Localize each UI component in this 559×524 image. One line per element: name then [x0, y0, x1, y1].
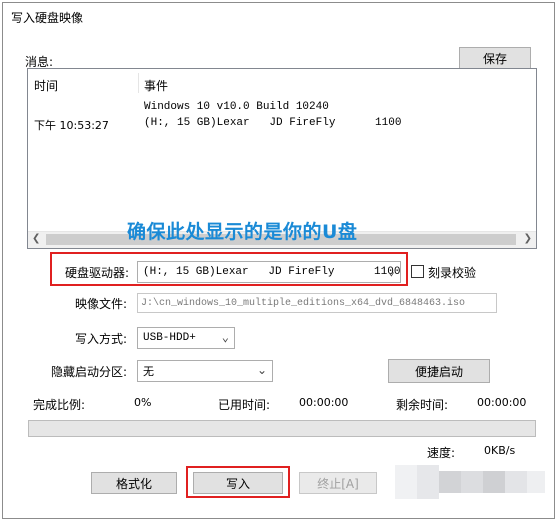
- speed-value: 0KB/s: [484, 444, 516, 457]
- drive-select-value: (H:, 15 GB)Lexar JD FireFly 1100: [143, 266, 401, 278]
- chevron-down-icon: ⌄: [221, 331, 229, 345]
- usb-annotation-text: 确保此处显示的是你的U盘: [127, 221, 358, 243]
- column-divider: [138, 73, 139, 93]
- drive-label: 硬盘驱动器:: [65, 266, 130, 280]
- image-file-input[interactable]: J:\cn_windows_10_multiple_editions_x64_d…: [137, 293, 497, 313]
- drive-select[interactable]: (H:, 15 GB)Lexar JD FireFly 1100 ⌄: [137, 261, 401, 283]
- hidden-partition-label: 隐藏启动分区:: [51, 365, 128, 379]
- window-title: 写入硬盘映像: [11, 11, 84, 25]
- complete-ratio-value: 0%: [134, 396, 152, 409]
- title-bar: 写入硬盘映像: [3, 3, 554, 33]
- column-header-time: 时间: [34, 79, 59, 93]
- quick-boot-button[interactable]: 便捷启动: [388, 359, 490, 383]
- hidden-partition-select[interactable]: 无 ⌄: [137, 360, 273, 382]
- log-row-2-time: 下午 10:53:27: [34, 119, 109, 132]
- complete-ratio-label: 完成比例:: [33, 398, 86, 412]
- hidden-partition-value: 无: [143, 365, 154, 378]
- speed-label: 速度:: [427, 446, 456, 460]
- chevron-down-icon: ⌄: [387, 265, 395, 279]
- elapsed-time-label: 已用时间:: [218, 398, 271, 412]
- blurred-watermark: [395, 465, 545, 499]
- verify-label: 刻录校验: [428, 266, 477, 280]
- save-button[interactable]: 保存: [459, 47, 531, 69]
- elapsed-time-value: 00:00:00: [299, 396, 349, 409]
- verify-checkbox[interactable]: [411, 265, 424, 278]
- write-method-value: USB-HDD+: [143, 332, 196, 344]
- column-header-event: 事件: [144, 79, 169, 93]
- write-method-select[interactable]: USB-HDD+ ⌄: [137, 327, 235, 349]
- stop-button[interactable]: 终止[A]: [299, 472, 377, 494]
- write-button[interactable]: 写入: [193, 472, 283, 494]
- scroll-right-icon[interactable]: ❯: [524, 233, 532, 244]
- remaining-time-label: 剩余时间:: [396, 398, 449, 412]
- log-row-2-event: (H:, 15 GB)Lexar JD FireFly 1100: [144, 117, 402, 129]
- write-disk-image-dialog: 写入硬盘映像 消息: 保存 时间 事件 Windows 10 v10.0 Bui…: [2, 2, 555, 519]
- log-row-1-event: Windows 10 v10.0 Build 10240: [144, 101, 329, 113]
- chevron-down-icon: ⌄: [256, 363, 267, 377]
- scroll-left-icon[interactable]: ❮: [32, 233, 40, 244]
- write-method-label: 写入方式:: [75, 332, 128, 346]
- remaining-time-value: 00:00:00: [477, 396, 527, 409]
- image-file-label: 映像文件:: [75, 297, 128, 311]
- progress-bar: [28, 420, 536, 437]
- format-button[interactable]: 格式化: [91, 472, 177, 494]
